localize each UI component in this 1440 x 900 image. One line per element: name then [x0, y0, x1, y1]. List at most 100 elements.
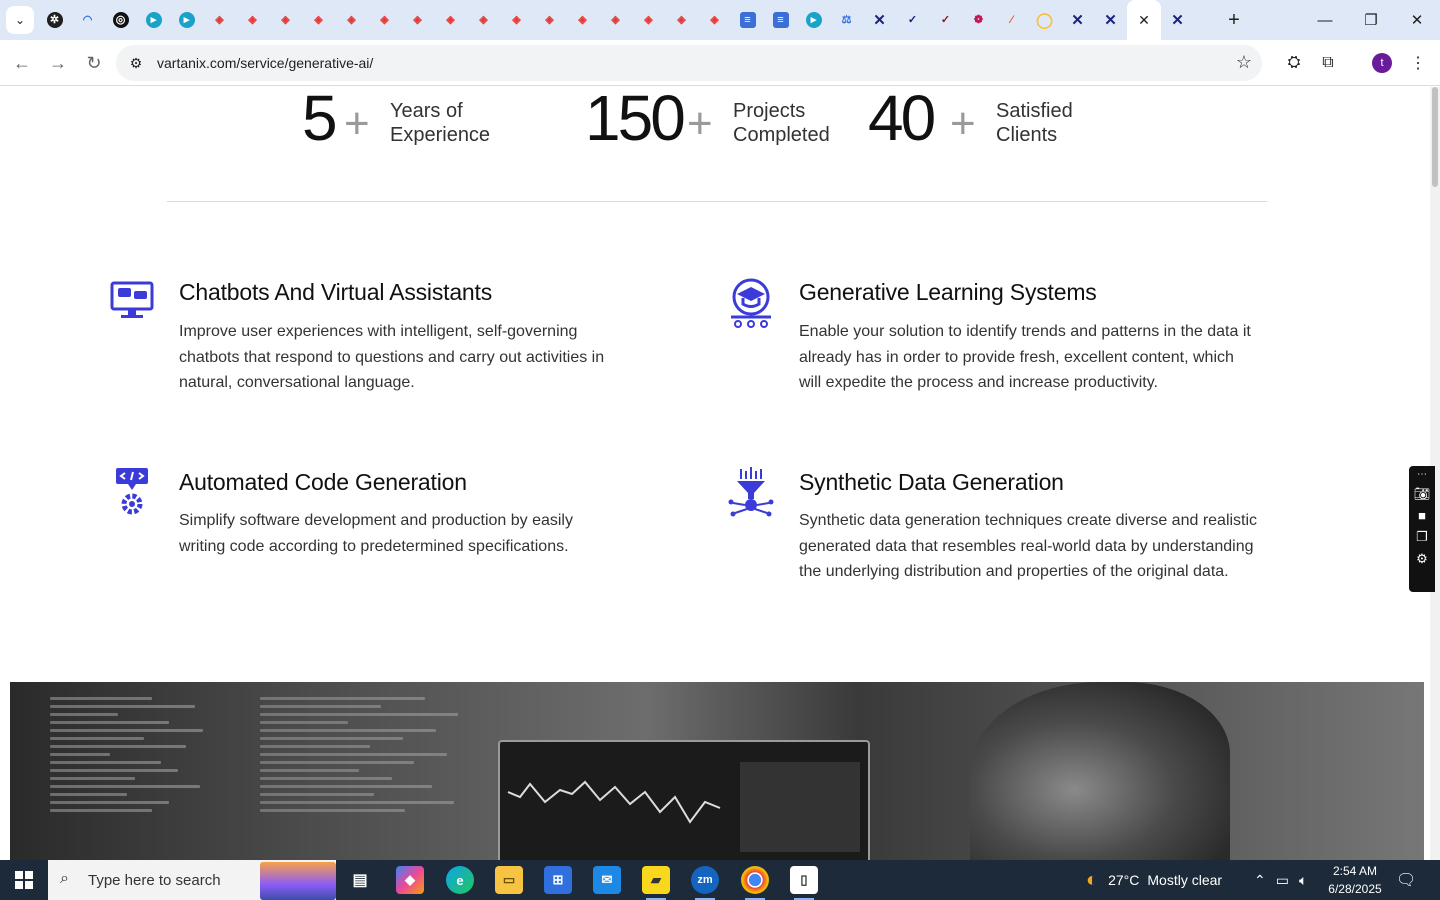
volume-icon[interactable]: 🔈︎ — [1299, 872, 1307, 889]
person-silhouette-decor — [970, 682, 1230, 860]
url-text[interactable]: vartanix.com/service/generative-ai/ — [157, 55, 373, 71]
bookmark-star-icon[interactable]: ☆ — [1236, 52, 1252, 73]
translate-extension-icon[interactable]: ⛭ — [1282, 51, 1306, 75]
tab[interactable]: ◈ — [665, 0, 698, 40]
scrollbar-thumb[interactable] — [1432, 87, 1438, 187]
tab[interactable]: ◈ — [335, 0, 368, 40]
tab[interactable]: ◈ — [434, 0, 467, 40]
tab[interactable]: ✕ — [1061, 0, 1094, 40]
more-dots-icon[interactable]: ⋯ — [1417, 469, 1427, 480]
video-icon[interactable]: ■ — [1418, 508, 1426, 523]
doc-favicon-icon: ≡ — [739, 12, 756, 28]
search-icon: ⌕ — [60, 870, 69, 887]
clock[interactable]: 2:54 AM 6/28/2025 — [1322, 862, 1388, 898]
notification-icon[interactable]: 🗨︎ — [1396, 860, 1416, 900]
store-icon[interactable]: ⊞ — [544, 866, 572, 894]
tab[interactable]: ▸ — [797, 0, 830, 40]
taskbar-search[interactable]: ⌕ Type here to search — [48, 860, 336, 900]
reload-icon[interactable]: ↻ — [80, 49, 108, 77]
x-favicon-icon: ✕ — [1171, 11, 1184, 29]
start-button[interactable] — [0, 860, 48, 900]
tab[interactable]: ◈ — [500, 0, 533, 40]
network-icon[interactable]: ▭ — [1276, 872, 1289, 889]
mail-icon[interactable]: ✉ — [593, 866, 621, 894]
weather-temp: 27°C — [1108, 872, 1140, 888]
tab[interactable]: ⚖ — [830, 0, 863, 40]
close-icon[interactable]: ✕ — [1136, 12, 1152, 28]
weather-widget[interactable]: ◐ 27°C Mostly clear — [1086, 860, 1222, 900]
tab[interactable]: ✕ — [1161, 0, 1194, 40]
notepad-icon[interactable]: ▯ — [790, 866, 818, 900]
stat-number: 5 — [302, 87, 338, 154]
tab[interactable]: ≡ — [731, 0, 764, 40]
tab[interactable]: ◈ — [566, 0, 599, 40]
chrome-icon[interactable] — [741, 866, 769, 900]
tab[interactable]: ⁄ — [995, 0, 1028, 40]
tab[interactable]: ◈ — [368, 0, 401, 40]
tab[interactable]: ✕ — [863, 0, 896, 40]
browser-toolbar: ← → ↻ ⚙ vartanix.com/service/generative-… — [0, 40, 1440, 86]
tab[interactable]: ◈ — [632, 0, 665, 40]
tab[interactable]: ✓ — [929, 0, 962, 40]
tab[interactable]: ❁ — [962, 0, 995, 40]
tab-active[interactable]: ✕ — [1127, 0, 1161, 40]
gem-favicon-icon: ◈ — [611, 13, 620, 26]
tab[interactable]: ✓ — [896, 0, 929, 40]
restore-button[interactable]: ❐ — [1348, 0, 1394, 40]
code-lines-decor — [260, 692, 480, 860]
chevron-up-icon[interactable]: ⌃ — [1254, 872, 1266, 889]
tab[interactable]: ◈ — [203, 0, 236, 40]
tab[interactable]: ✕ — [1094, 0, 1127, 40]
new-tab-button[interactable]: + — [1222, 8, 1246, 32]
doc-favicon-icon: ≡ — [772, 12, 789, 28]
windows-logo-icon — [15, 871, 33, 889]
copilot-icon[interactable]: ◆ — [396, 866, 424, 894]
tab[interactable]: ◎ — [104, 0, 137, 40]
minimize-button[interactable]: — — [1302, 0, 1348, 40]
zoom-icon[interactable]: zm — [691, 866, 719, 900]
tab[interactable]: ◈ — [467, 0, 500, 40]
tab[interactable]: ✲ — [38, 0, 71, 40]
tab[interactable]: ◈ — [302, 0, 335, 40]
extensions-puzzle-icon[interactable]: ⧉ — [1316, 51, 1340, 75]
tab-list: ✲ ◠ ◎ ▸ ▸ ◈ ◈ ◈ ◈ ◈ ◈ ◈ ◈ ◈ ◈ ◈ ◈ ◈ ◈ ◈ … — [38, 0, 1194, 40]
tab[interactable]: ◈ — [698, 0, 731, 40]
tab[interactable]: ◈ — [236, 0, 269, 40]
profile-avatar[interactable]: t — [1372, 53, 1392, 73]
tab[interactable]: ◈ — [401, 0, 434, 40]
camera-icon[interactable]: 📷︎ — [1414, 486, 1431, 502]
openai-favicon-icon: ◎ — [112, 12, 129, 28]
tab[interactable]: ▸ — [137, 0, 170, 40]
gem-favicon-icon: ◈ — [578, 13, 587, 26]
settings-gear-icon[interactable]: ⚙ — [1416, 551, 1428, 567]
graduation-brain-icon — [731, 278, 771, 328]
site-settings-icon[interactable]: ⚙ — [126, 53, 146, 73]
play-favicon-icon: ▸ — [805, 12, 822, 28]
window-icon[interactable]: ❐ — [1416, 529, 1428, 545]
chatbot-monitor-icon — [110, 281, 154, 318]
sticky-notes-icon[interactable]: ▰ — [642, 866, 670, 900]
close-window-button[interactable]: ✕ — [1394, 0, 1440, 40]
tab[interactable]: ◈ — [533, 0, 566, 40]
play-favicon-icon: ▸ — [145, 12, 162, 28]
edge-icon[interactable]: e — [446, 866, 474, 894]
windows-taskbar: ⌕ Type here to search ▤ ◆ e ▭ ⊞ ✉ ▰ zm ▯… — [0, 860, 1440, 900]
stat-experience: 5 + Years of Experience — [302, 87, 532, 157]
tab[interactable]: ▸ — [170, 0, 203, 40]
tab[interactable]: ◯ — [1028, 0, 1061, 40]
tab[interactable]: ◈ — [269, 0, 302, 40]
tab[interactable]: ◈ — [599, 0, 632, 40]
feature-description: Improve user experiences with intelligen… — [179, 323, 605, 392]
file-explorer-icon[interactable]: ▭ — [495, 866, 523, 894]
tab-search-button[interactable]: ⌄ — [6, 6, 34, 34]
menu-kebab-icon[interactable]: ⋮ — [1406, 51, 1430, 75]
back-icon[interactable]: ← — [8, 49, 36, 77]
address-bar[interactable]: ⚙ vartanix.com/service/generative-ai/ ☆ — [116, 45, 1262, 81]
task-view-icon[interactable]: ▤ — [346, 866, 374, 894]
tab[interactable]: ◠ — [71, 0, 104, 40]
hero-developer-image — [10, 682, 1424, 860]
forward-icon[interactable]: → — [44, 49, 72, 77]
tab[interactable]: ≡ — [764, 0, 797, 40]
page-content: 5 + Years of Experience 150 + Projects C… — [0, 87, 1430, 860]
code-gear-icon — [116, 468, 148, 515]
